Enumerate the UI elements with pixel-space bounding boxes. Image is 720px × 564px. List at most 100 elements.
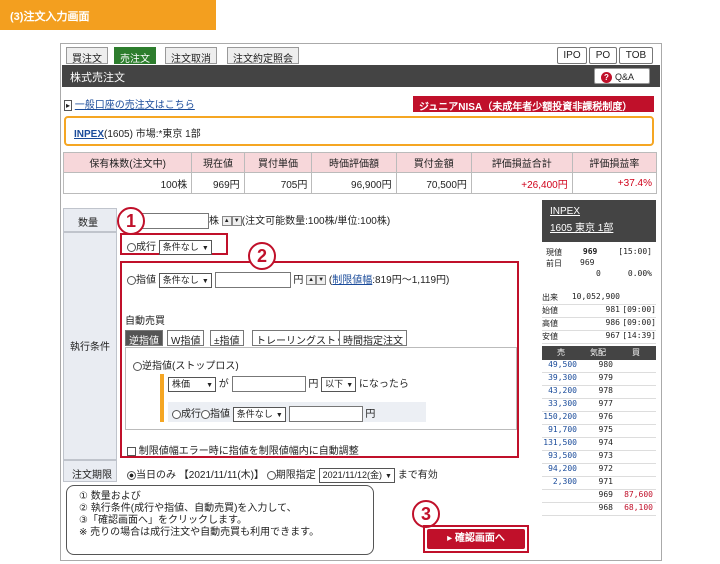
auto-trade-label: 自動売買 <box>125 316 165 327</box>
board-stat-cell: 始値 <box>542 306 558 315</box>
tab-sell[interactable]: 売注文 <box>114 47 156 65</box>
stop-radio[interactable] <box>133 361 142 371</box>
stop-price-input[interactable] <box>231 376 306 393</box>
board-row: 94,200 972 <box>542 464 656 477</box>
board-row: 131,500 974 <box>542 438 656 451</box>
holdings-header: 評価損益合計 <box>470 152 573 173</box>
limit-radio[interactable] <box>127 275 136 285</box>
board-cell <box>616 373 656 385</box>
board-stat-cell: 967 <box>605 331 620 340</box>
stop-limit-radio[interactable] <box>201 409 210 419</box>
board-row: 969 87,600 <box>542 490 656 503</box>
stop-base-select[interactable]: 株価 <box>168 376 216 392</box>
board-cell: 974 <box>598 438 613 447</box>
board-stat-cell: [09:00] <box>622 318 656 327</box>
holdings-header: 買付単価 <box>243 152 313 173</box>
limit-price-input[interactable] <box>214 272 291 289</box>
period-row: 当日のみ 【2021/11/11(木)】 期限指定 2021/11/12(金) … <box>127 466 438 483</box>
board-market[interactable]: 1605 東京 1部 <box>550 219 656 234</box>
tab-buy[interactable]: 買注文 <box>66 47 108 65</box>
board-price: 現値 969 [15:00] 前日 969 0 0.00% <box>542 242 656 292</box>
qa-button[interactable]: ? Q&A <box>594 68 650 84</box>
page-header: (3)注文入力画面 <box>0 0 216 30</box>
nisa-link[interactable]: ジュニアNISA（未成年者少額投資非課税制度） <box>413 96 654 113</box>
board-stat-cell: [14:39] <box>622 331 656 340</box>
tab-ipo[interactable]: IPO <box>557 47 587 64</box>
instruction-note: ① 数量および ② 執行条件(成行や指値、自動売買)を入力して、 ③「確認画面へ… <box>66 485 374 555</box>
price-board: INPEX 1605 東京 1部 現値 969 [15:00] 前日 969 0 0.00… <box>542 200 656 561</box>
board-stat-row: 安値 967 [14:39] <box>542 331 656 344</box>
condition-label: 執行条件 <box>63 232 117 460</box>
board-cell: 94,200 <box>548 464 577 473</box>
period-label: 注文期限 <box>63 460 117 482</box>
confirm-button[interactable]: ▸ 確認画面へ <box>427 529 525 549</box>
board-cell <box>542 503 580 515</box>
board-stat-cell: 出来 <box>542 293 558 302</box>
board-cell <box>616 464 656 476</box>
board-cell: 93,500 <box>548 451 577 460</box>
tab-plusminus-limit[interactable]: ±指値 <box>210 330 244 347</box>
holdings-cell: 100株 <box>62 172 193 194</box>
marker-2: 2 <box>248 242 276 270</box>
limit-condition-select[interactable]: 条件なし <box>158 272 212 288</box>
board-cell <box>616 451 656 463</box>
stop-condition-select[interactable]: 条件なし <box>232 406 286 422</box>
holdings-cell: 70,500円 <box>395 172 472 194</box>
stop-trigger-row: 株価 が 円 以下 になったら <box>168 375 409 393</box>
tab-cancel[interactable]: 注文取消 <box>165 47 217 65</box>
period-date-select[interactable]: 2021/11/12(金) <box>318 467 395 483</box>
stop-indicator <box>160 374 164 422</box>
qty-note: (注文可能数量:100株/単位:100株) <box>241 216 391 227</box>
price-down-icon[interactable]: ▼ <box>316 275 327 286</box>
marker-3: 3 <box>412 500 440 528</box>
board-stats: 出来 10,052,900 始値 981 [09:00] 高値 986 [09:00] 安値 96… <box>542 292 656 344</box>
board-stat-row: 高値 986 [09:00] <box>542 318 656 331</box>
board-stat-cell: 981 <box>605 305 620 314</box>
tab-po[interactable]: PO <box>589 47 617 64</box>
tab-stop-order[interactable]: 逆指値 <box>125 330 163 347</box>
board-cell <box>616 438 656 450</box>
board-stat-row: 出来 10,052,900 <box>542 292 656 305</box>
qty-down-icon[interactable]: ▼ <box>231 216 242 227</box>
board-stat-cell: 高値 <box>542 319 558 328</box>
period-radio[interactable] <box>266 470 276 480</box>
board-cell: 39,300 <box>548 373 577 382</box>
board-cell: 976 <box>598 412 613 421</box>
holdings-cell: 96,900円 <box>311 172 397 194</box>
holdings-cell: 969円 <box>191 172 245 194</box>
board-cell: 33,300 <box>548 399 577 408</box>
qty-up-icon[interactable]: ▲ <box>221 216 232 227</box>
board-cell: 972 <box>598 464 613 473</box>
stop-limit-input[interactable] <box>288 406 363 423</box>
board-cell <box>542 490 580 502</box>
stop-compare-select[interactable]: 以下 <box>321 376 357 392</box>
board-cell: 979 <box>598 373 613 382</box>
price-range-link[interactable]: 制限値幅 <box>332 275 372 286</box>
board-cell: 977 <box>598 399 613 408</box>
board-stat-cell <box>620 292 656 304</box>
price-up-icon[interactable]: ▲ <box>306 275 317 286</box>
tab-inquiry[interactable]: 注文約定照会 <box>227 47 299 65</box>
board-cell <box>616 425 656 437</box>
board-cell: 49,500 <box>548 360 577 369</box>
market-radio[interactable] <box>127 242 136 252</box>
holdings-cell: +37.4% <box>571 172 658 194</box>
general-account-link-row[interactable]: ▸ 一般口座の売注文はこちら <box>64 96 195 111</box>
board-code[interactable]: INPEX <box>550 206 656 217</box>
holdings-header: 現在値 <box>191 152 245 173</box>
tab-tob[interactable]: TOB <box>619 47 653 64</box>
board-cell <box>616 386 656 398</box>
arrow-right-icon: ▸ <box>447 533 455 544</box>
market-condition-select[interactable]: 条件なし <box>158 239 212 255</box>
tab-w-limit[interactable]: W指値 <box>167 330 205 347</box>
stock-name-link[interactable]: INPEX <box>74 129 104 140</box>
limit-row: 指値 条件なし 円 ▲▼ (制限値幅:819円〜1,119円) <box>127 271 449 289</box>
tab-time-order[interactable]: 時間指定注文 <box>339 330 407 347</box>
today-radio[interactable] <box>127 470 136 480</box>
stop-market-radio[interactable] <box>172 409 181 419</box>
general-account-link[interactable]: 一般口座の売注文はこちら <box>75 100 195 111</box>
board-rows: 49,500 980 39,300 979 43,200 978 33,300 977 150,… <box>542 360 656 516</box>
board-cell: 969 <box>598 490 613 499</box>
board-cell: 971 <box>598 477 613 486</box>
adjust-checkbox[interactable] <box>127 446 136 456</box>
